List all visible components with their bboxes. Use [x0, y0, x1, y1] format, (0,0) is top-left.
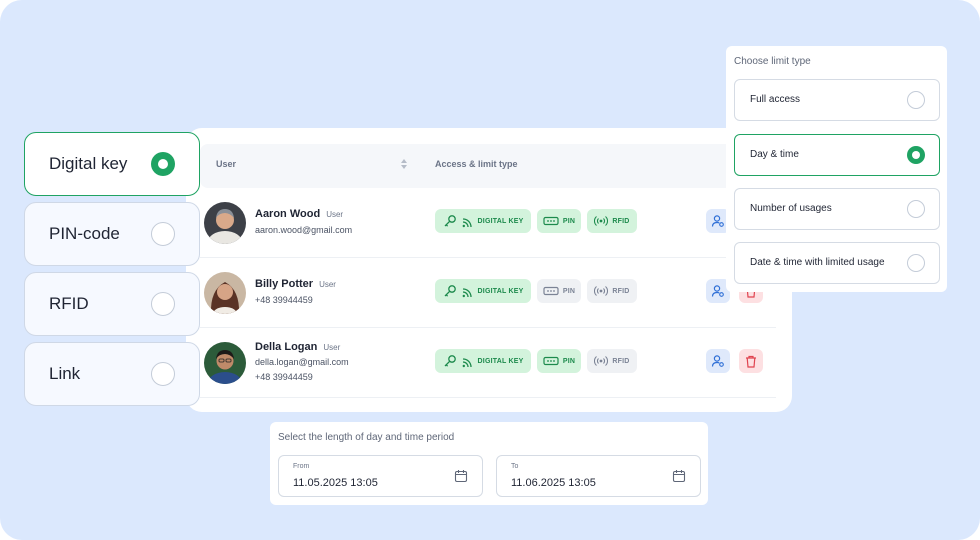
avatar [204, 342, 246, 384]
user-role: User [326, 210, 344, 219]
to-label: To [511, 463, 519, 470]
radio-unselected[interactable] [907, 200, 925, 218]
radio-selected[interactable] [907, 146, 925, 164]
user-name-text: Della Logan [255, 341, 318, 353]
method-label: RFID [49, 294, 89, 313]
method-label: PIN-code [49, 224, 120, 243]
method-option-link[interactable]: Link [24, 342, 200, 406]
rfid-icon [594, 286, 609, 296]
badge-label: PIN [562, 357, 576, 365]
wifi-signal-icon [462, 217, 472, 227]
user-role: User [323, 343, 341, 352]
wifi-signal-icon [462, 357, 472, 367]
pin-keypad-icon [543, 356, 559, 366]
badge-label: PIN [562, 217, 576, 225]
from-value: 11.05.2025 13:05 [293, 477, 378, 489]
limit-option-label: Full access [750, 94, 801, 105]
method-label: Link [49, 364, 81, 383]
limit-type-panel: Choose limit type Full access Day & time… [726, 46, 947, 292]
trash-icon [746, 355, 756, 368]
method-option-rfid[interactable]: RFID [24, 272, 200, 336]
user-email: della.logan@gmail.com [255, 357, 349, 367]
calendar-icon[interactable] [454, 469, 468, 483]
limit-option-label: Number of usages [750, 203, 832, 214]
rfid-icon [594, 356, 609, 366]
to-date-field[interactable]: To 11.06.2025 13:05 [496, 455, 701, 497]
badge-digital-key: DIGITAL KEY [435, 209, 531, 233]
badge-pin: PIN [537, 349, 581, 373]
limit-option-day-time[interactable]: Day & time [734, 134, 940, 176]
badge-label: PIN [562, 287, 576, 295]
manage-user-icon [711, 285, 724, 297]
limit-option-date-time-limited-usage[interactable]: Date & time with limited usage [734, 242, 940, 284]
radio-unselected[interactable] [151, 222, 175, 246]
user-email: aaron.wood@gmail.com [255, 225, 353, 235]
method-option-pin-code[interactable]: PIN-code [24, 202, 200, 266]
badge-pin: PIN [537, 209, 581, 233]
users-table-card: User Access & limit type Aaron Wood User … [186, 128, 792, 412]
badge-label: DIGITAL KEY [477, 217, 524, 225]
badge-rfid: RFID [587, 349, 637, 373]
limit-option-full-access[interactable]: Full access [734, 79, 940, 121]
canvas-background: Digital key PIN-code RFID Link User Acce… [0, 0, 980, 540]
radio-unselected[interactable] [907, 91, 925, 109]
manage-user-icon [711, 215, 724, 227]
badge-rfid: RFID [587, 279, 637, 303]
radio-unselected[interactable] [151, 292, 175, 316]
wifi-signal-icon [462, 287, 472, 297]
radio-unselected[interactable] [907, 254, 925, 272]
from-date-field[interactable]: From 11.05.2025 13:05 [278, 455, 483, 497]
column-header-user[interactable]: User [216, 159, 236, 169]
limit-option-number-of-usages[interactable]: Number of usages [734, 188, 940, 230]
badge-rfid: RFID [587, 209, 637, 233]
user-name: Aaron Wood User [255, 208, 343, 220]
key-icon [444, 355, 456, 367]
period-title: Select the length of day and time period [278, 432, 455, 443]
badge-label: RFID [612, 287, 630, 295]
manage-user-icon [711, 355, 724, 367]
user-phone: +48 39944459 [255, 295, 313, 305]
table-header: User Access & limit type [200, 144, 778, 188]
badge-label: DIGITAL KEY [477, 287, 524, 295]
badge-label: RFID [612, 357, 630, 365]
user-name: Billy Potter User [255, 278, 336, 290]
badge-label: DIGITAL KEY [477, 357, 524, 365]
sort-icon[interactable] [400, 158, 408, 170]
limit-option-label: Date & time with limited usage [750, 257, 885, 268]
calendar-icon[interactable] [672, 469, 686, 483]
table-row[interactable]: Billy Potter User +48 39944459 DIGITAL KE… [200, 258, 776, 328]
user-phone: +48 39944459 [255, 372, 313, 382]
radio-unselected[interactable] [151, 362, 175, 386]
from-label: From [293, 463, 310, 470]
pin-keypad-icon [543, 216, 559, 226]
manage-user-button[interactable] [706, 349, 730, 373]
badge-digital-key: DIGITAL KEY [435, 279, 531, 303]
badge-pin: PIN [537, 279, 581, 303]
table-row[interactable]: Aaron Wood User aaron.wood@gmail.com DIGI… [200, 188, 776, 258]
to-value: 11.06.2025 13:05 [511, 477, 596, 489]
column-header-access: Access & limit type [435, 159, 518, 169]
user-name-text: Billy Potter [255, 278, 314, 290]
period-panel: Select the length of day and time period… [270, 422, 708, 505]
method-label: Digital key [49, 154, 128, 173]
avatar [204, 272, 246, 314]
user-name: Della Logan User [255, 341, 340, 353]
limit-option-label: Day & time [750, 149, 799, 160]
pin-keypad-icon [543, 286, 559, 296]
limit-type-title: Choose limit type [734, 56, 811, 67]
table-row[interactable]: Della Logan User della.logan@gmail.com +4… [200, 328, 776, 398]
rfid-icon [594, 216, 609, 226]
key-icon [444, 285, 456, 297]
user-role: User [319, 280, 336, 289]
user-name-text: Aaron Wood [255, 208, 321, 220]
method-option-digital-key[interactable]: Digital key [24, 132, 200, 196]
avatar [204, 202, 246, 244]
key-icon [444, 215, 456, 227]
delete-user-button[interactable] [739, 349, 763, 373]
badge-digital-key: DIGITAL KEY [435, 349, 531, 373]
badge-label: RFID [612, 217, 630, 225]
radio-selected[interactable] [151, 152, 175, 176]
